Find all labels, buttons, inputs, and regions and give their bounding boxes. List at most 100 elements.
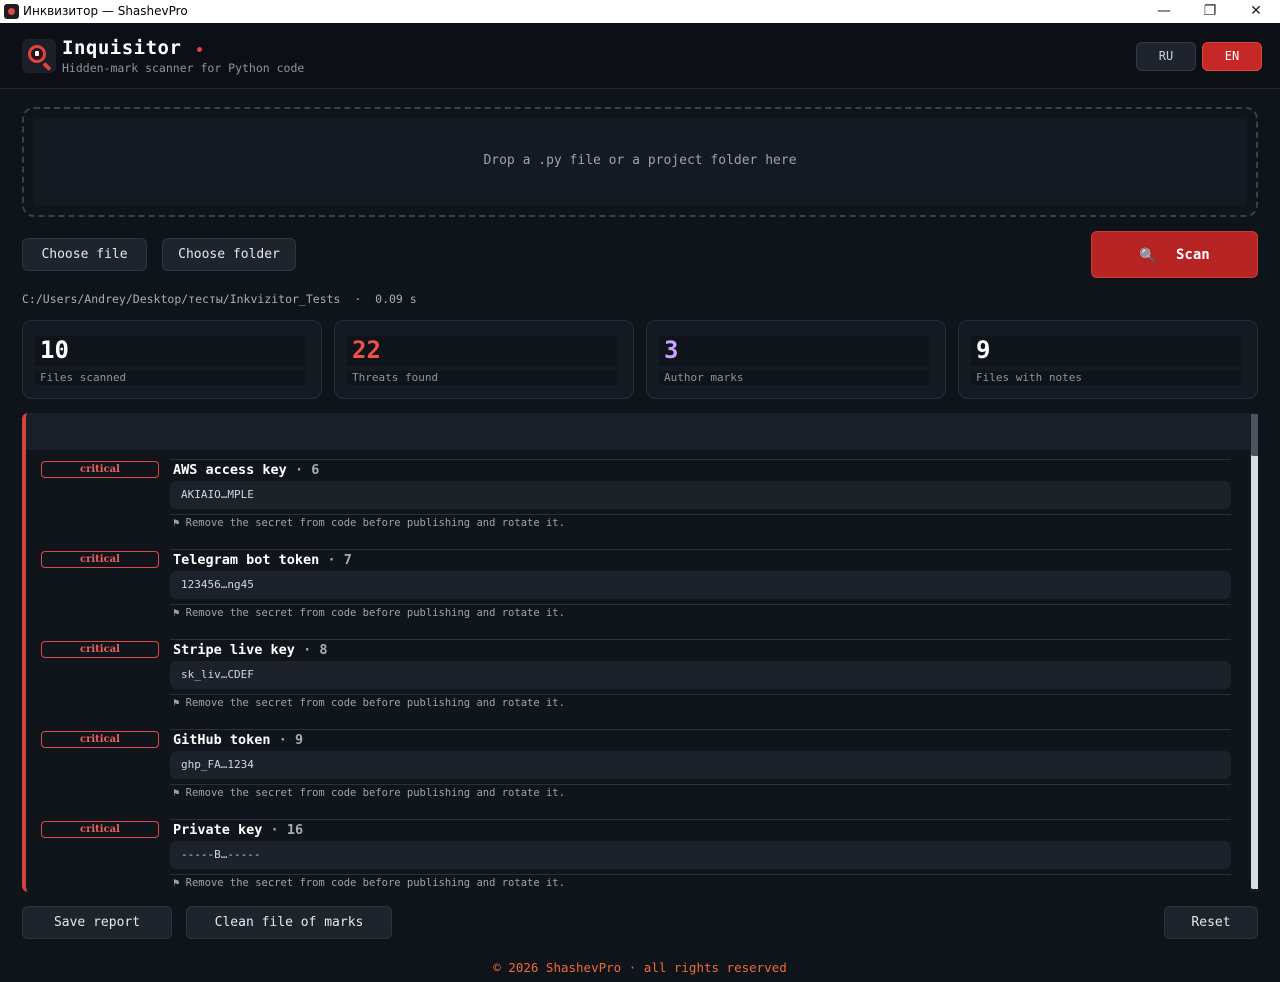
inquisitor-logo-icon xyxy=(22,39,56,73)
window-title-bar: Инквизитор — ShashevPro — ❐ ✕ xyxy=(0,0,1280,23)
logo-handle xyxy=(42,61,52,72)
finding-note: ⚑ Remove the secret from code before pub… xyxy=(173,787,565,799)
stat-label: Files with notes xyxy=(976,371,1082,384)
flag-icon: ⚑ xyxy=(173,697,180,709)
finding-title: Telegram bot token · 7 xyxy=(173,552,352,568)
choose-folder-button[interactable]: Choose folder xyxy=(162,238,296,271)
maximize-button[interactable]: ❐ xyxy=(1187,0,1233,23)
finding-divider xyxy=(170,784,1231,785)
close-button[interactable]: ✕ xyxy=(1233,0,1279,23)
results-panel[interactable]: critical AWS access key · 6 AKIAIO…MPLE … xyxy=(22,413,1258,892)
save-report-button[interactable]: Save report xyxy=(22,906,172,939)
stat-label: Files scanned xyxy=(40,371,127,384)
finding-divider xyxy=(170,514,1231,515)
finding-item: critical Stripe live key · 8 sk_liv…CDEF… xyxy=(26,639,1250,731)
magnifier-icon: 🔍 xyxy=(1139,248,1157,264)
finding-name: GitHub token xyxy=(173,732,271,748)
stat-value-band xyxy=(659,336,929,366)
finding-note-text: Remove the secret from code before publi… xyxy=(185,607,565,619)
finding-separator: · xyxy=(294,462,304,478)
stat-label: Threats found xyxy=(352,371,439,384)
stat-label: Author marks xyxy=(664,371,744,384)
severity-badge: critical xyxy=(41,641,159,658)
finding-line-number: 9 xyxy=(294,732,304,748)
finding-title: GitHub token · 9 xyxy=(173,732,303,748)
minimize-button[interactable]: — xyxy=(1141,0,1187,23)
scan-path: C:/Users/Andrey/Desktop/тесты/Inkvizitor… xyxy=(22,292,341,306)
scan-path-info: C:/Users/Andrey/Desktop/тесты/Inkvizitor… xyxy=(22,292,417,306)
finding-snippet: ghp_FA…1234 xyxy=(170,751,1231,779)
stat-value: 10 xyxy=(40,336,69,364)
finding-line-number: 6 xyxy=(311,462,320,478)
finding-title: Stripe live key · 8 xyxy=(173,642,327,658)
language-ru-button[interactable]: RU xyxy=(1136,42,1196,71)
finding-line-number: 7 xyxy=(343,552,352,568)
flag-icon: ⚑ xyxy=(173,607,180,619)
status-dot xyxy=(197,47,202,52)
stat-author-marks: 3 Author marks xyxy=(646,320,946,399)
clean-file-button[interactable]: Clean file of marks xyxy=(186,906,392,939)
finding-note: ⚑ Remove the secret from code before pub… xyxy=(173,607,565,619)
severity-badge: critical xyxy=(41,461,159,478)
finding-divider xyxy=(170,639,1231,640)
stat-value: 3 xyxy=(664,336,679,364)
flag-icon: ⚑ xyxy=(173,517,180,529)
finding-note: ⚑ Remove the secret from code before pub… xyxy=(173,697,565,709)
finding-item: critical GitHub token · 9 ghp_FA…1234 ⚑ … xyxy=(26,729,1250,821)
finding-snippet: -----B…----- xyxy=(170,841,1231,869)
finding-separator: · xyxy=(278,732,287,748)
finding-note: ⚑ Remove the secret from code before pub… xyxy=(173,877,565,889)
finding-line-number: 8 xyxy=(319,642,328,658)
stat-value-band xyxy=(347,336,617,366)
results-scrollbar[interactable] xyxy=(1250,413,1258,892)
stat-value-band xyxy=(971,336,1241,366)
finding-divider xyxy=(170,459,1231,460)
finding-item: critical Telegram bot token · 7 123456…n… xyxy=(26,549,1250,641)
scan-duration: 0.09 s xyxy=(375,292,417,306)
app-icon xyxy=(4,4,19,19)
stat-value: 22 xyxy=(352,336,381,364)
flag-icon: ⚑ xyxy=(173,877,180,889)
finding-separator: · xyxy=(270,822,279,838)
finding-divider xyxy=(170,729,1231,730)
window-title: Инквизитор — ShashevPro xyxy=(23,4,188,18)
finding-note-text: Remove the secret from code before publi… xyxy=(185,877,565,889)
scan-button-label: Scan xyxy=(1176,247,1210,263)
finding-note: ⚑ Remove the secret from code before pub… xyxy=(173,517,565,529)
finding-divider xyxy=(170,694,1231,695)
severity-badge: critical xyxy=(41,821,159,838)
stat-value-band xyxy=(35,336,305,366)
scrollbar-track-fill[interactable] xyxy=(1251,414,1258,889)
reset-button[interactable]: Reset xyxy=(1164,906,1258,939)
logo-lens xyxy=(28,45,46,63)
scrollbar-thumb[interactable] xyxy=(1251,414,1258,456)
severity-badge: critical xyxy=(41,731,159,748)
finding-note-text: Remove the secret from code before publi… xyxy=(185,517,565,529)
app-name: Inquisitor xyxy=(62,37,182,59)
language-en-button[interactable]: EN xyxy=(1202,42,1262,71)
choose-file-button[interactable]: Choose file xyxy=(22,238,147,271)
finding-divider xyxy=(170,549,1231,550)
app-header: Inquisitor Hidden-mark scanner for Pytho… xyxy=(0,23,1280,89)
finding-line-number: 16 xyxy=(286,822,304,838)
finding-divider xyxy=(170,604,1231,605)
finding-snippet: 123456…ng45 xyxy=(170,571,1231,599)
stat-value: 9 xyxy=(976,336,991,364)
drop-zone[interactable]: Drop a .py file or a project folder here xyxy=(22,107,1258,217)
stat-threats-found: 22 Threats found xyxy=(334,320,634,399)
finding-item: critical Private key · 16 -----B…----- ⚑… xyxy=(26,819,1250,892)
finding-divider xyxy=(170,819,1231,820)
app-subtitle: Hidden-mark scanner for Python code xyxy=(62,61,305,75)
finding-separator: · xyxy=(327,552,336,568)
finding-snippet: sk_liv…CDEF xyxy=(170,661,1231,689)
finding-name: Stripe live key xyxy=(173,642,295,658)
severity-badge: critical xyxy=(41,551,159,568)
stat-files-scanned: 10 Files scanned xyxy=(22,320,322,399)
scan-button[interactable]: 🔍 Scan xyxy=(1091,231,1258,278)
drop-zone-text: Drop a .py file or a project folder here xyxy=(483,153,797,168)
flag-icon: ⚑ xyxy=(173,787,180,799)
finding-divider xyxy=(170,874,1231,875)
finding-snippet: AKIAIO…MPLE xyxy=(170,481,1231,509)
results-header xyxy=(26,413,1250,450)
finding-name: Private key xyxy=(173,822,263,838)
